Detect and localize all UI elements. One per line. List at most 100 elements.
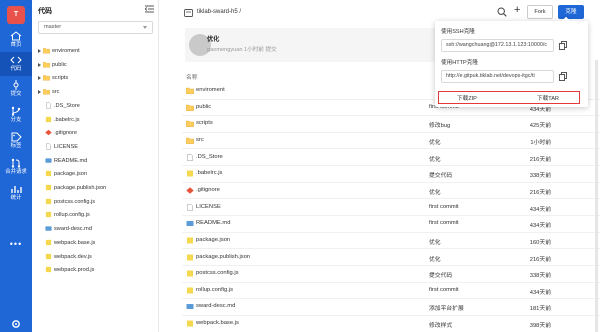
file-name[interactable]: public: [196, 104, 211, 110]
tree-item[interactable]: webpack.dev.js: [38, 251, 153, 263]
nav-rail: T 首页 代码 提交 分支 标签 合并请求 统计 •••: [0, 0, 32, 332]
file-name[interactable]: README.md: [196, 220, 230, 226]
tree-item[interactable]: src: [38, 86, 153, 98]
chevron-right-icon: [38, 49, 41, 53]
file-name[interactable]: package.publish.json: [196, 254, 250, 260]
tree-item[interactable]: scripts: [38, 72, 153, 84]
file-name[interactable]: package.json: [196, 237, 230, 243]
scrollbar[interactable]: [595, 60, 598, 332]
file-name[interactable]: sward-desc.md: [196, 303, 235, 309]
table-row[interactable]: README.md first commit 434天前: [182, 216, 600, 233]
file-name[interactable]: .DS_Store: [196, 154, 223, 160]
tree-item[interactable]: README.md: [38, 155, 153, 167]
file-name[interactable]: rollup.config.js: [196, 287, 233, 293]
nav-code[interactable]: 代码: [0, 52, 32, 76]
tree-item[interactable]: sward-desc.md: [38, 223, 153, 235]
download-zip-link[interactable]: 下载ZIP: [457, 94, 477, 102]
nav-label: 提交: [10, 91, 22, 97]
tree-item[interactable]: webpack.base.js: [38, 237, 153, 249]
tree-item[interactable]: .babelrc.js: [38, 114, 153, 126]
last-commit-message[interactable]: 提交代码: [429, 270, 452, 279]
clone-button[interactable]: 克隆: [558, 5, 584, 19]
table-row[interactable]: scripts 修改bug 425天前: [182, 116, 600, 133]
nav-label: 标签: [10, 143, 22, 149]
user-avatar[interactable]: T: [7, 6, 25, 24]
nav-label: 合并请求: [5, 169, 27, 175]
nav-merge-request[interactable]: 合并请求: [0, 155, 32, 179]
file-name[interactable]: src: [196, 137, 204, 143]
copy-icon[interactable]: [559, 72, 567, 81]
tree-item[interactable]: .gitignore: [38, 127, 153, 139]
table-row[interactable]: src 优化 1小时前: [182, 133, 600, 150]
column-header-name: 名称: [186, 75, 198, 81]
last-commit-message[interactable]: 优化: [429, 137, 441, 146]
file-name[interactable]: scripts: [196, 120, 213, 126]
folder-icon: [43, 61, 50, 68]
ssh-url-field[interactable]: ssh://wangchuang@172.13.1.123:10000/c: [441, 39, 554, 52]
js-file-icon: [187, 270, 193, 277]
file-name[interactable]: .gitignore: [196, 187, 220, 193]
add-icon[interactable]: +: [514, 4, 520, 16]
tag-icon: [11, 132, 22, 142]
table-row[interactable]: .DS_Store 优化 216天前: [182, 150, 600, 167]
collapse-panel-icon[interactable]: [145, 5, 154, 13]
tree-item[interactable]: LICENSE: [38, 141, 153, 153]
more-menu[interactable]: •••: [0, 239, 32, 249]
branch-select[interactable]: master: [38, 21, 153, 34]
table-row[interactable]: package.publish.json 优化 216天前: [182, 250, 600, 266]
last-commit-message[interactable]: 提交代码: [429, 170, 452, 179]
breadcrumb[interactable]: tiklab-sward-h5 /: [197, 9, 241, 15]
last-commit-message[interactable]: 修改bug: [429, 120, 450, 129]
tree-item[interactable]: webpack.prod.js: [38, 264, 153, 276]
table-row[interactable]: rollup.config.js first commit 434天前: [182, 283, 600, 300]
fork-button[interactable]: Fork: [527, 5, 553, 19]
tree-item[interactable]: package.json: [38, 168, 153, 180]
tree-item[interactable]: enviroment: [38, 45, 153, 57]
nav-home[interactable]: 首页: [0, 28, 32, 52]
table-row[interactable]: LICENSE first commit 434天前: [182, 200, 600, 217]
last-commit-message[interactable]: first commit: [429, 287, 459, 293]
last-commit-time: 1小时前: [530, 139, 551, 146]
commit-message[interactable]: 优化: [207, 34, 219, 43]
file-name[interactable]: enviroment: [196, 87, 225, 93]
folder-icon: [43, 75, 50, 81]
nav-commit[interactable]: 提交: [0, 77, 32, 101]
last-commit-message[interactable]: first commit: [429, 220, 459, 226]
gear-icon[interactable]: [10, 318, 22, 330]
file-name[interactable]: webpack.base.js: [196, 320, 239, 326]
download-tar-link[interactable]: 下载TAR: [537, 94, 559, 102]
tree-item[interactable]: public: [38, 59, 153, 71]
last-commit-message[interactable]: 优化: [429, 254, 441, 263]
nav-label: 首页: [10, 42, 22, 48]
copy-icon[interactable]: [559, 41, 567, 50]
tree-item-label: .babelrc.js: [54, 116, 80, 123]
table-row[interactable]: webpack.base.js 修改样式 398天前: [182, 316, 600, 332]
table-row[interactable]: package.json 优化 160天前: [182, 233, 600, 250]
tree-item[interactable]: rollup.config.js: [38, 209, 153, 221]
search-icon[interactable]: [497, 7, 507, 17]
nav-stats[interactable]: 统计: [0, 181, 32, 205]
nav-branch[interactable]: 分支: [0, 103, 32, 127]
last-commit-message[interactable]: 优化: [429, 154, 441, 163]
last-commit-message[interactable]: 优化: [429, 237, 441, 246]
last-commit-message[interactable]: first commit: [429, 204, 459, 210]
table-row[interactable]: .babelrc.js 提交代码 338天前: [182, 166, 600, 183]
last-commit-time: 216天前: [529, 189, 551, 196]
tree-item[interactable]: postcss.config.js: [38, 196, 153, 208]
js-file-icon: [187, 237, 193, 244]
table-row[interactable]: sward-desc.md 添加平台扩展 181天前: [182, 299, 600, 316]
last-commit-message[interactable]: 优化: [429, 187, 441, 196]
last-commit-message[interactable]: 修改样式: [429, 320, 452, 329]
file-name[interactable]: LICENSE: [196, 204, 221, 210]
file-name[interactable]: postcss.config.js: [196, 270, 239, 276]
tree-item[interactable]: .DS_Store: [38, 100, 153, 112]
last-commit-time: 160天前: [529, 239, 551, 246]
last-commit-message[interactable]: 添加平台扩展: [429, 303, 464, 312]
nav-tag[interactable]: 标签: [0, 129, 32, 153]
tree-item[interactable]: package.publish.json: [38, 182, 153, 194]
file-icon: [187, 203, 193, 211]
http-url-field[interactable]: http://e.gitpuk.tiklab.net/devops-itgc/t…: [441, 70, 554, 83]
table-row[interactable]: .gitignore 优化 216天前: [182, 183, 600, 200]
table-row[interactable]: postcss.config.js 提交代码 338天前: [182, 266, 600, 283]
file-name[interactable]: .babelrc.js: [196, 170, 222, 176]
